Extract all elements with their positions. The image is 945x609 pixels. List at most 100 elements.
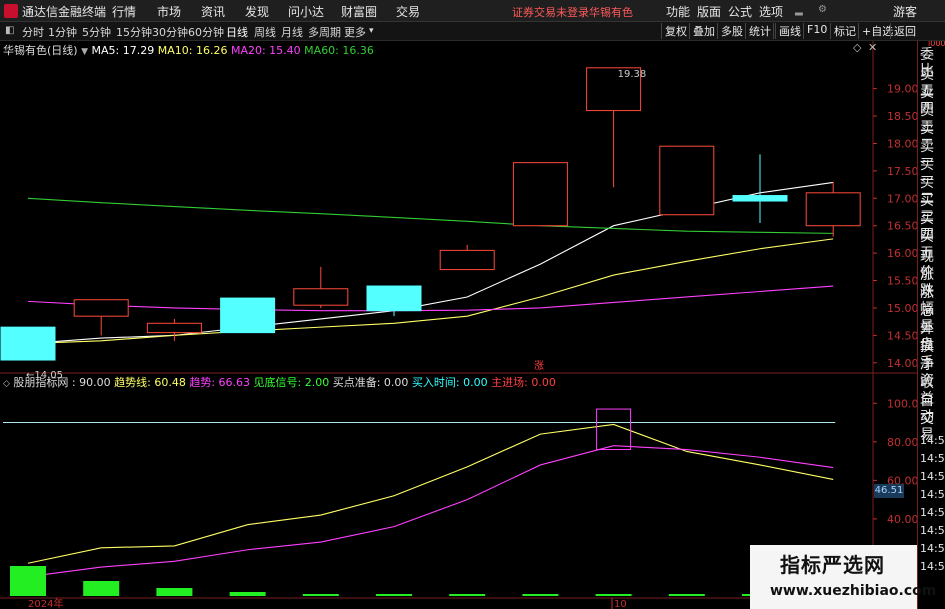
trend-line-label: 趋势线: 60.48 [114, 376, 186, 389]
menu-item-market[interactable]: 市场 [157, 3, 181, 20]
current-stock-name: 华锡有色 [589, 6, 633, 19]
menu-function[interactable]: 功能 [666, 3, 690, 20]
right-info-panel: l000 委比 卖五 卖四 卖三 卖二 卖一 买一 买二 买三 买四 买五 现价… [917, 41, 945, 609]
price-tick-label: 18.50 [887, 110, 919, 123]
candle-up [659, 145, 715, 216]
indicator-toggle-icon[interactable]: ◇ [3, 379, 10, 389]
year-label: 2024年 [28, 597, 63, 609]
price-tick-label: 18.00 [887, 137, 919, 150]
buy-time-label: 买入时间: 0.00 [411, 376, 488, 389]
tab-period-weekly[interactable]: 周线 [254, 24, 276, 40]
tab-period-1min[interactable]: 1分钟 [48, 24, 77, 40]
button-mark[interactable]: 标记 [830, 23, 859, 39]
day-label: 10 [614, 599, 627, 609]
candle-up [805, 192, 861, 227]
tab-period-monthly[interactable]: 月线 [281, 24, 303, 40]
collapse-left-icon[interactable]: ◧ [5, 25, 14, 36]
chart-area[interactable]: 19.00 18.50 18.00 17.50 17.00 16.50 16.00 15.50… [0, 41, 945, 609]
tick-time: 14:56 [920, 488, 945, 501]
login-status[interactable]: 证券交易未登录 [512, 4, 589, 20]
signal-bar [376, 594, 412, 596]
app-logo-icon [4, 4, 18, 18]
tick-time: 14:56 [920, 524, 945, 537]
indicator-legend: ◇ 股朋指标网 : 90.00 趋势线: 60.48 趋势: 66.63 见底信… [3, 374, 556, 390]
menu-item-discover[interactable]: 发现 [245, 3, 269, 20]
indicator-tick-label: 80.00 [887, 436, 919, 449]
rise-marker: 涨 [534, 360, 544, 372]
button-draw[interactable]: 画线 [775, 23, 804, 39]
tab-period-intraday[interactable]: 分时 [22, 24, 44, 40]
menu-item-wealth[interactable]: 财富圈 [341, 3, 377, 20]
price-tick-label: 16.00 [887, 247, 919, 260]
menu-item-ask[interactable]: 问小达 [288, 3, 324, 20]
ma5-label: MA5: 17.29 [91, 44, 155, 57]
menu-item-trade[interactable]: 交易 [396, 3, 420, 20]
legend-toggle-icon[interactable]: ▼ [81, 47, 88, 57]
tick-time: 14:56 [920, 506, 945, 519]
tick-time: 14:56 [920, 434, 945, 447]
tab-period-15min[interactable]: 15分钟 [116, 24, 152, 40]
price-tick-label: 15.00 [887, 302, 919, 315]
tab-period-more[interactable]: 更多 [344, 24, 366, 40]
menu-bar: 通达信金融终端 行情 市场 资讯 发现 问小达 财富圈 交易 证券交易未登录 华… [0, 0, 945, 22]
app-title: 通达信金融终端 [22, 5, 107, 19]
menu-item-quotes[interactable]: 行情 [112, 3, 136, 20]
chart-close-icon[interactable]: ✕ [868, 41, 877, 54]
price-tick-label: 14.50 [887, 329, 919, 342]
ma60-label: MA60: 16.36 [304, 44, 374, 57]
watermark-url: www.xuezhibiao.com [770, 583, 937, 599]
tab-period-60min[interactable]: 60分钟 [188, 24, 224, 40]
main-force-label: 主进场: 0.00 [491, 376, 556, 389]
price-tick-label: 15.50 [887, 275, 919, 288]
ma20-label: MA20: 15.40 [230, 44, 301, 57]
button-adjust[interactable]: 复权 [661, 23, 690, 39]
more-dropdown-icon[interactable]: ▾ [369, 26, 374, 36]
button-f10[interactable]: F10 [803, 23, 830, 39]
ma-line-ma20 [27, 285, 834, 312]
candle-up [439, 249, 495, 271]
button-overlay[interactable]: 叠加 [689, 23, 718, 39]
watermark-title: 指标严选网 [780, 553, 885, 577]
signal-bar [10, 566, 46, 596]
candle-up [146, 322, 202, 334]
tick-time: 14:56 [920, 452, 945, 465]
signal-bar [302, 594, 339, 596]
candle-down [366, 285, 422, 312]
indicator-tick-label: 40.00 [887, 513, 919, 526]
tick-time: 14:56 [920, 542, 945, 555]
menu-options[interactable]: 选项 [759, 3, 783, 20]
candle-up [73, 299, 129, 317]
button-statistics[interactable]: 统计 [745, 23, 774, 39]
user-guest[interactable]: 游客 [893, 3, 917, 20]
button-back[interactable]: 返回 [890, 23, 919, 39]
signal-bar [229, 592, 266, 596]
signal-bar [522, 594, 559, 596]
candle-down [732, 195, 788, 202]
menu-formula[interactable]: 公式 [728, 3, 752, 20]
tab-period-30min[interactable]: 30分钟 [152, 24, 188, 40]
signal-bar [449, 594, 486, 596]
tab-period-daily[interactable]: 日线 [226, 24, 248, 40]
menu-item-news[interactable]: 资讯 [201, 3, 225, 20]
watermark: 指标严选网 www.xuezhibiao.com [750, 545, 936, 609]
candle-up [293, 288, 349, 306]
menu-layout[interactable]: 版面 [697, 3, 721, 20]
candle-down [220, 297, 276, 334]
button-multi-stock[interactable]: 多股 [717, 23, 746, 39]
tab-period-5min[interactable]: 5分钟 [82, 24, 111, 40]
settings-icon[interactable]: ⚙ [818, 4, 827, 15]
bottom-signal-label: 见底信号: 2.00 [253, 376, 330, 389]
chart-settings-icon[interactable]: ◇ [853, 41, 861, 54]
main-chart-legend: 华锡有色(日线) ▼ MA5: 17.29 MA10: 16.26 MA20: … [3, 42, 374, 58]
trend-series [27, 445, 834, 578]
signal-bar [156, 588, 193, 596]
kline-chart[interactable]: 19.00 18.50 18.00 17.50 17.00 16.50 16.00 15.50… [0, 41, 945, 609]
period-toolbar: ◧ 分时 1分钟 5分钟 15分钟 30分钟 60分钟 日线 周线 月线 多周期… [0, 22, 945, 41]
price-tick-label: 17.50 [887, 165, 919, 178]
tick-time: 14:56 [920, 470, 945, 483]
signal-bar [595, 594, 632, 596]
price-tick-label: 16.50 [887, 220, 919, 233]
signal-bar [668, 594, 705, 596]
tab-period-multi[interactable]: 多周期 [308, 24, 341, 40]
minimize-icon[interactable]: ▂ [795, 5, 803, 16]
